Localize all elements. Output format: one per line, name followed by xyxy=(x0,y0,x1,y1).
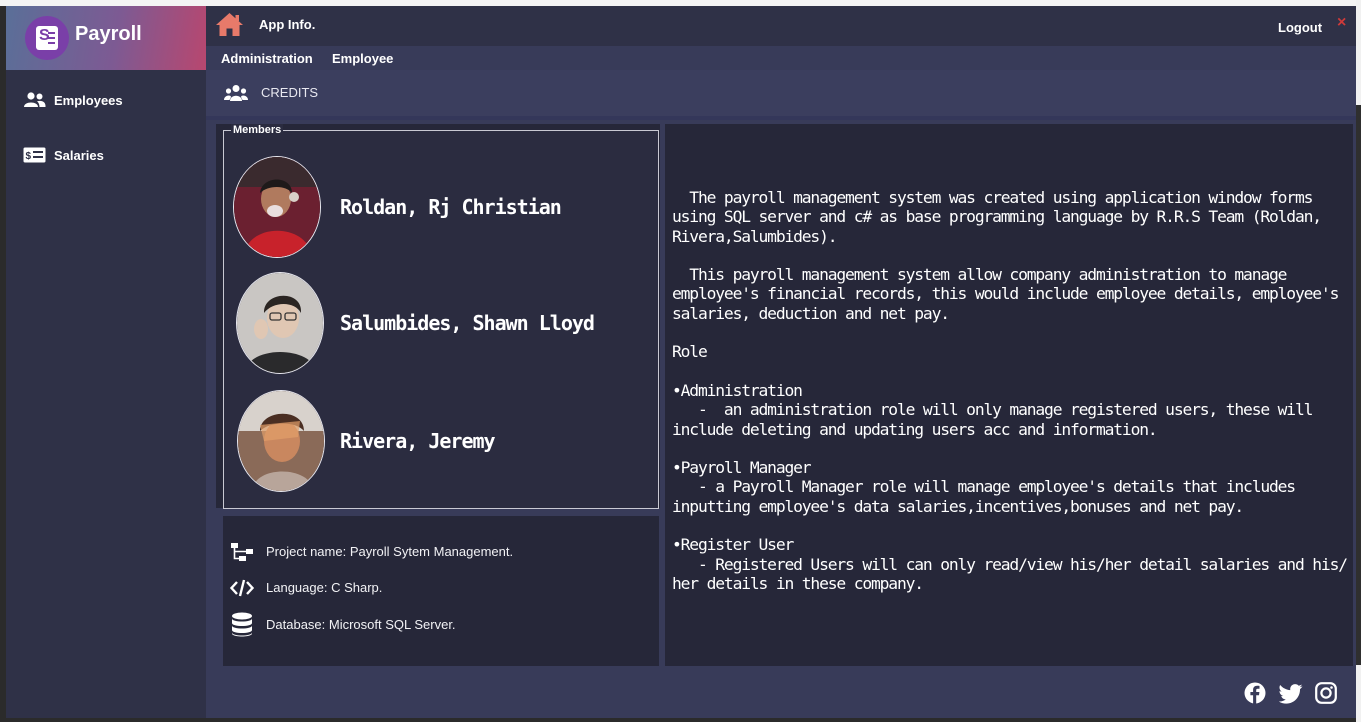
members-legend: Members xyxy=(231,124,284,136)
code-icon xyxy=(229,578,255,603)
page-title: CREDITS xyxy=(261,85,319,100)
sidebar-item-employees[interactable]: Employees xyxy=(23,88,203,112)
svg-text:$: $ xyxy=(26,151,32,162)
payroll-window: S Payroll Employees $ Salaries App Info.… xyxy=(6,6,1356,718)
database-row: Database: Microsoft SQL Server. xyxy=(230,612,456,643)
payroll-logo-icon: S xyxy=(25,16,69,60)
menu-administration[interactable]: Administration xyxy=(221,51,313,66)
facebook-icon[interactable] xyxy=(1244,682,1266,709)
avatar xyxy=(233,156,321,258)
instagram-icon[interactable] xyxy=(1315,682,1337,709)
app-title: Payroll xyxy=(75,23,142,45)
member-card: Roldan, Rj Christian xyxy=(233,155,562,259)
page-header: CREDITS xyxy=(206,70,1356,120)
avatar xyxy=(237,390,325,492)
member-name: Rivera, Jeremy xyxy=(340,429,496,453)
member-name: Roldan, Rj Christian xyxy=(340,195,562,219)
money-card-icon: $ xyxy=(23,147,46,163)
menu-employee[interactable]: Employee xyxy=(332,51,393,66)
database-icon xyxy=(230,612,254,643)
home-icon[interactable] xyxy=(215,12,244,42)
twitter-icon[interactable] xyxy=(1278,684,1303,709)
top-header: App Info. Logout × xyxy=(206,6,1356,46)
sidebar-item-salaries[interactable]: $ Salaries xyxy=(23,143,203,167)
menu-bar: Administration Employee xyxy=(206,46,1356,70)
brand-header: S Payroll xyxy=(6,6,206,70)
logout-button[interactable]: Logout xyxy=(1278,20,1322,35)
member-card: Salumbides, Shawn Lloyd xyxy=(233,271,595,375)
users-icon xyxy=(23,92,46,108)
members-group: Members Roldan, Rj Christian Salumbides,… xyxy=(223,124,659,509)
sidebar-item-label: Salaries xyxy=(54,147,104,163)
project-database: Database: Microsoft SQL Server. xyxy=(266,617,456,632)
member-name: Salumbides, Shawn Lloyd xyxy=(340,311,595,335)
about-description: The payroll management system was create… xyxy=(672,188,1348,593)
group-icon xyxy=(224,84,248,107)
sidebar-item-label: Employees xyxy=(54,92,123,108)
project-name-row: Project name: Payroll Sytem Management. xyxy=(230,542,513,567)
sitemap-icon xyxy=(230,542,254,567)
project-name: Project name: Payroll Sytem Management. xyxy=(266,544,514,559)
close-icon[interactable]: × xyxy=(1337,14,1346,32)
avatar xyxy=(236,272,324,374)
sidebar: S Payroll Employees $ Salaries xyxy=(6,6,206,718)
app-info-link[interactable]: App Info. xyxy=(259,17,315,32)
member-card: Rivera, Jeremy xyxy=(233,389,496,493)
language-row: Language: C Sharp. xyxy=(229,578,382,603)
project-language: Language: C Sharp. xyxy=(266,580,383,595)
